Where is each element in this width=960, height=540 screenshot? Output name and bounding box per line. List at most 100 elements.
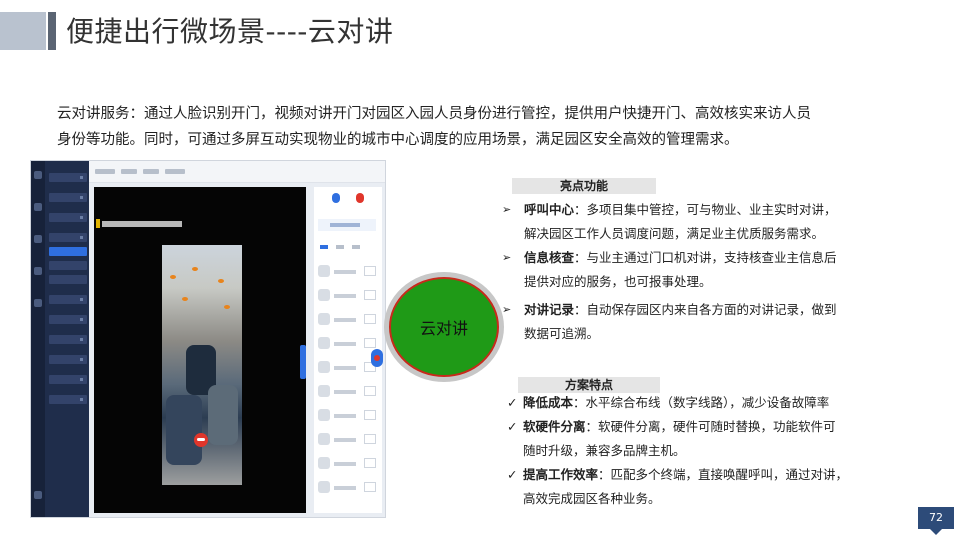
feature-item: ✓ 软硬件分离：软硬件分离，硬件可随时替换，功能软件可 随时升级，兼容多品牌主机。	[507, 415, 897, 463]
bullet-arrow-icon: ➢	[502, 203, 512, 216]
call-row	[318, 407, 378, 425]
highlight-text: 数据可追溯。	[524, 326, 600, 341]
page-number-pointer	[930, 529, 942, 535]
highlight-item: ➢ 呼叫中心：多项目集中管控，可与物业、业主实时对讲， 解决园区工作人员调度问题，…	[502, 198, 892, 246]
call-row	[318, 335, 378, 353]
operator-avatar-icon	[332, 193, 340, 203]
rail-icon	[34, 299, 42, 307]
call-row	[318, 383, 378, 401]
call-row	[318, 263, 378, 281]
feed-person	[208, 385, 238, 445]
incoming-call-fab	[371, 349, 383, 367]
sidebar-nav-item	[49, 173, 87, 182]
hangup-button	[194, 433, 208, 447]
sidebar-nav-item	[49, 233, 87, 242]
caller-tag-icon	[96, 219, 100, 228]
sidebar-nav-item	[49, 335, 87, 344]
panel-header	[318, 219, 376, 231]
feature-name: 提高工作效率	[523, 467, 599, 482]
sidebar-nav-item	[49, 275, 87, 284]
breadcrumb-segment	[121, 169, 137, 174]
highlight-text: 多项目集中管控，可与物业、业主实时对讲，	[586, 202, 837, 217]
highlight-text: 提供对应的服务，也可报事处理。	[524, 274, 712, 289]
feature-sep: ：	[573, 395, 586, 410]
highlight-name: 信息核查	[524, 250, 575, 265]
bullet-arrow-icon: ➢	[502, 251, 512, 264]
feature-text: 匹配多个终端，直接唤醒呼叫，通过对讲，	[610, 467, 849, 482]
call-row	[318, 359, 378, 377]
rail-icon	[34, 267, 42, 275]
feed-lamp	[182, 297, 188, 301]
highlight-sep: ：	[574, 250, 587, 265]
breadcrumb-segment	[143, 169, 159, 174]
app-sidebar	[31, 161, 89, 517]
feed-person	[166, 395, 202, 465]
feature-sep: ：	[585, 419, 599, 434]
feed-lamp	[224, 305, 230, 309]
feature-item: ✓ 降低成本：水平综合布线（数字线路），减少设备故障率	[507, 391, 897, 415]
feature-name: 降低成本	[523, 395, 574, 410]
call-row	[318, 455, 378, 473]
highlight-text: 与业主通过门口机对讲，支持核查业主信息后	[586, 250, 837, 265]
title-accent-block	[0, 12, 46, 50]
feature-text: 随时升级，兼容多品牌主机。	[523, 443, 686, 458]
page-number: 72	[918, 507, 954, 529]
check-mark-icon: ✓	[507, 419, 518, 434]
highlights-heading: 亮点功能	[512, 178, 656, 194]
call-row	[318, 431, 378, 449]
highlight-sep: ：	[574, 302, 587, 317]
cloud-intercom-label: 云对讲	[419, 319, 468, 338]
breadcrumb-segment	[165, 169, 185, 174]
cloud-intercom-circle: 云对讲	[389, 277, 499, 377]
rail-icon	[34, 171, 42, 179]
page-title: 便捷出行微场景----云对讲	[66, 15, 394, 48]
highlight-sep: ：	[574, 202, 587, 217]
intro-paragraph: 云对讲服务：通过人脸识别开门，视频对讲开门对园区入园人员身份进行管控，提供用户快…	[57, 101, 897, 153]
panel-tabs	[318, 243, 376, 251]
app-icon-rail	[31, 161, 45, 517]
highlight-text: 自动保存园区内来自各方面的对讲记录，做到	[586, 302, 837, 317]
highlight-item: ➢ 对讲记录：自动保存园区内来自各方面的对讲记录，做到 数据可追溯。	[502, 298, 892, 346]
highlight-item: ➢ 信息核查：与业主通过门口机对讲，支持核查业主信息后 提供对应的服务，也可报事处…	[502, 246, 892, 294]
panel-toggle-tab	[300, 345, 306, 379]
title-accent-bar	[48, 12, 56, 50]
intro-line: 身份等功能。同时，可通过多屏互动实现物业的城市中心调度的应用场景，满足园区安全高…	[57, 132, 739, 148]
sidebar-nav-item	[49, 193, 87, 202]
intercom-app-screenshot	[30, 160, 386, 518]
check-mark-icon: ✓	[507, 467, 518, 482]
video-call-area	[94, 187, 306, 513]
video-feed	[162, 245, 242, 485]
sidebar-nav-item	[49, 213, 87, 222]
feature-name: 软硬件分离	[523, 419, 586, 434]
panel-tab	[336, 245, 344, 249]
caller-info-text	[102, 221, 182, 227]
sidebar-nav-item	[49, 355, 87, 364]
feed-lamp	[170, 275, 176, 279]
feed-lamp	[218, 279, 224, 283]
call-row	[318, 287, 378, 305]
sidebar-nav-item	[49, 315, 87, 324]
feature-text: 高效完成园区各种业务。	[523, 491, 661, 506]
check-mark-icon: ✓	[507, 395, 518, 410]
bullet-arrow-icon: ➢	[502, 303, 512, 316]
feature-text: 水平综合布线（数字线路），减少设备故障率	[585, 395, 830, 410]
highlight-text: 解决园区工作人员调度问题，满足业主优质服务需求。	[524, 226, 825, 241]
sidebar-nav-item-active	[49, 247, 87, 256]
app-breadcrumb-bar	[89, 161, 385, 183]
feature-sep: ：	[598, 467, 611, 482]
rail-icon	[34, 203, 42, 211]
call-row	[318, 311, 378, 329]
panel-tab	[352, 245, 360, 249]
highlight-name: 呼叫中心	[524, 202, 575, 217]
rail-icon	[34, 491, 42, 499]
panel-tab	[320, 245, 328, 249]
feed-lamp	[192, 267, 198, 271]
breadcrumb-segment	[95, 169, 115, 174]
highlight-name: 对讲记录	[524, 302, 575, 317]
rail-icon	[34, 235, 42, 243]
sidebar-nav-item	[49, 295, 87, 304]
sidebar-nav-item	[49, 395, 87, 404]
intro-line: 云对讲服务：通过人脸识别开门，视频对讲开门对园区入园人员身份进行管控，提供用户快…	[57, 106, 811, 122]
sidebar-nav-item	[49, 375, 87, 384]
alert-avatar-icon	[356, 193, 364, 203]
